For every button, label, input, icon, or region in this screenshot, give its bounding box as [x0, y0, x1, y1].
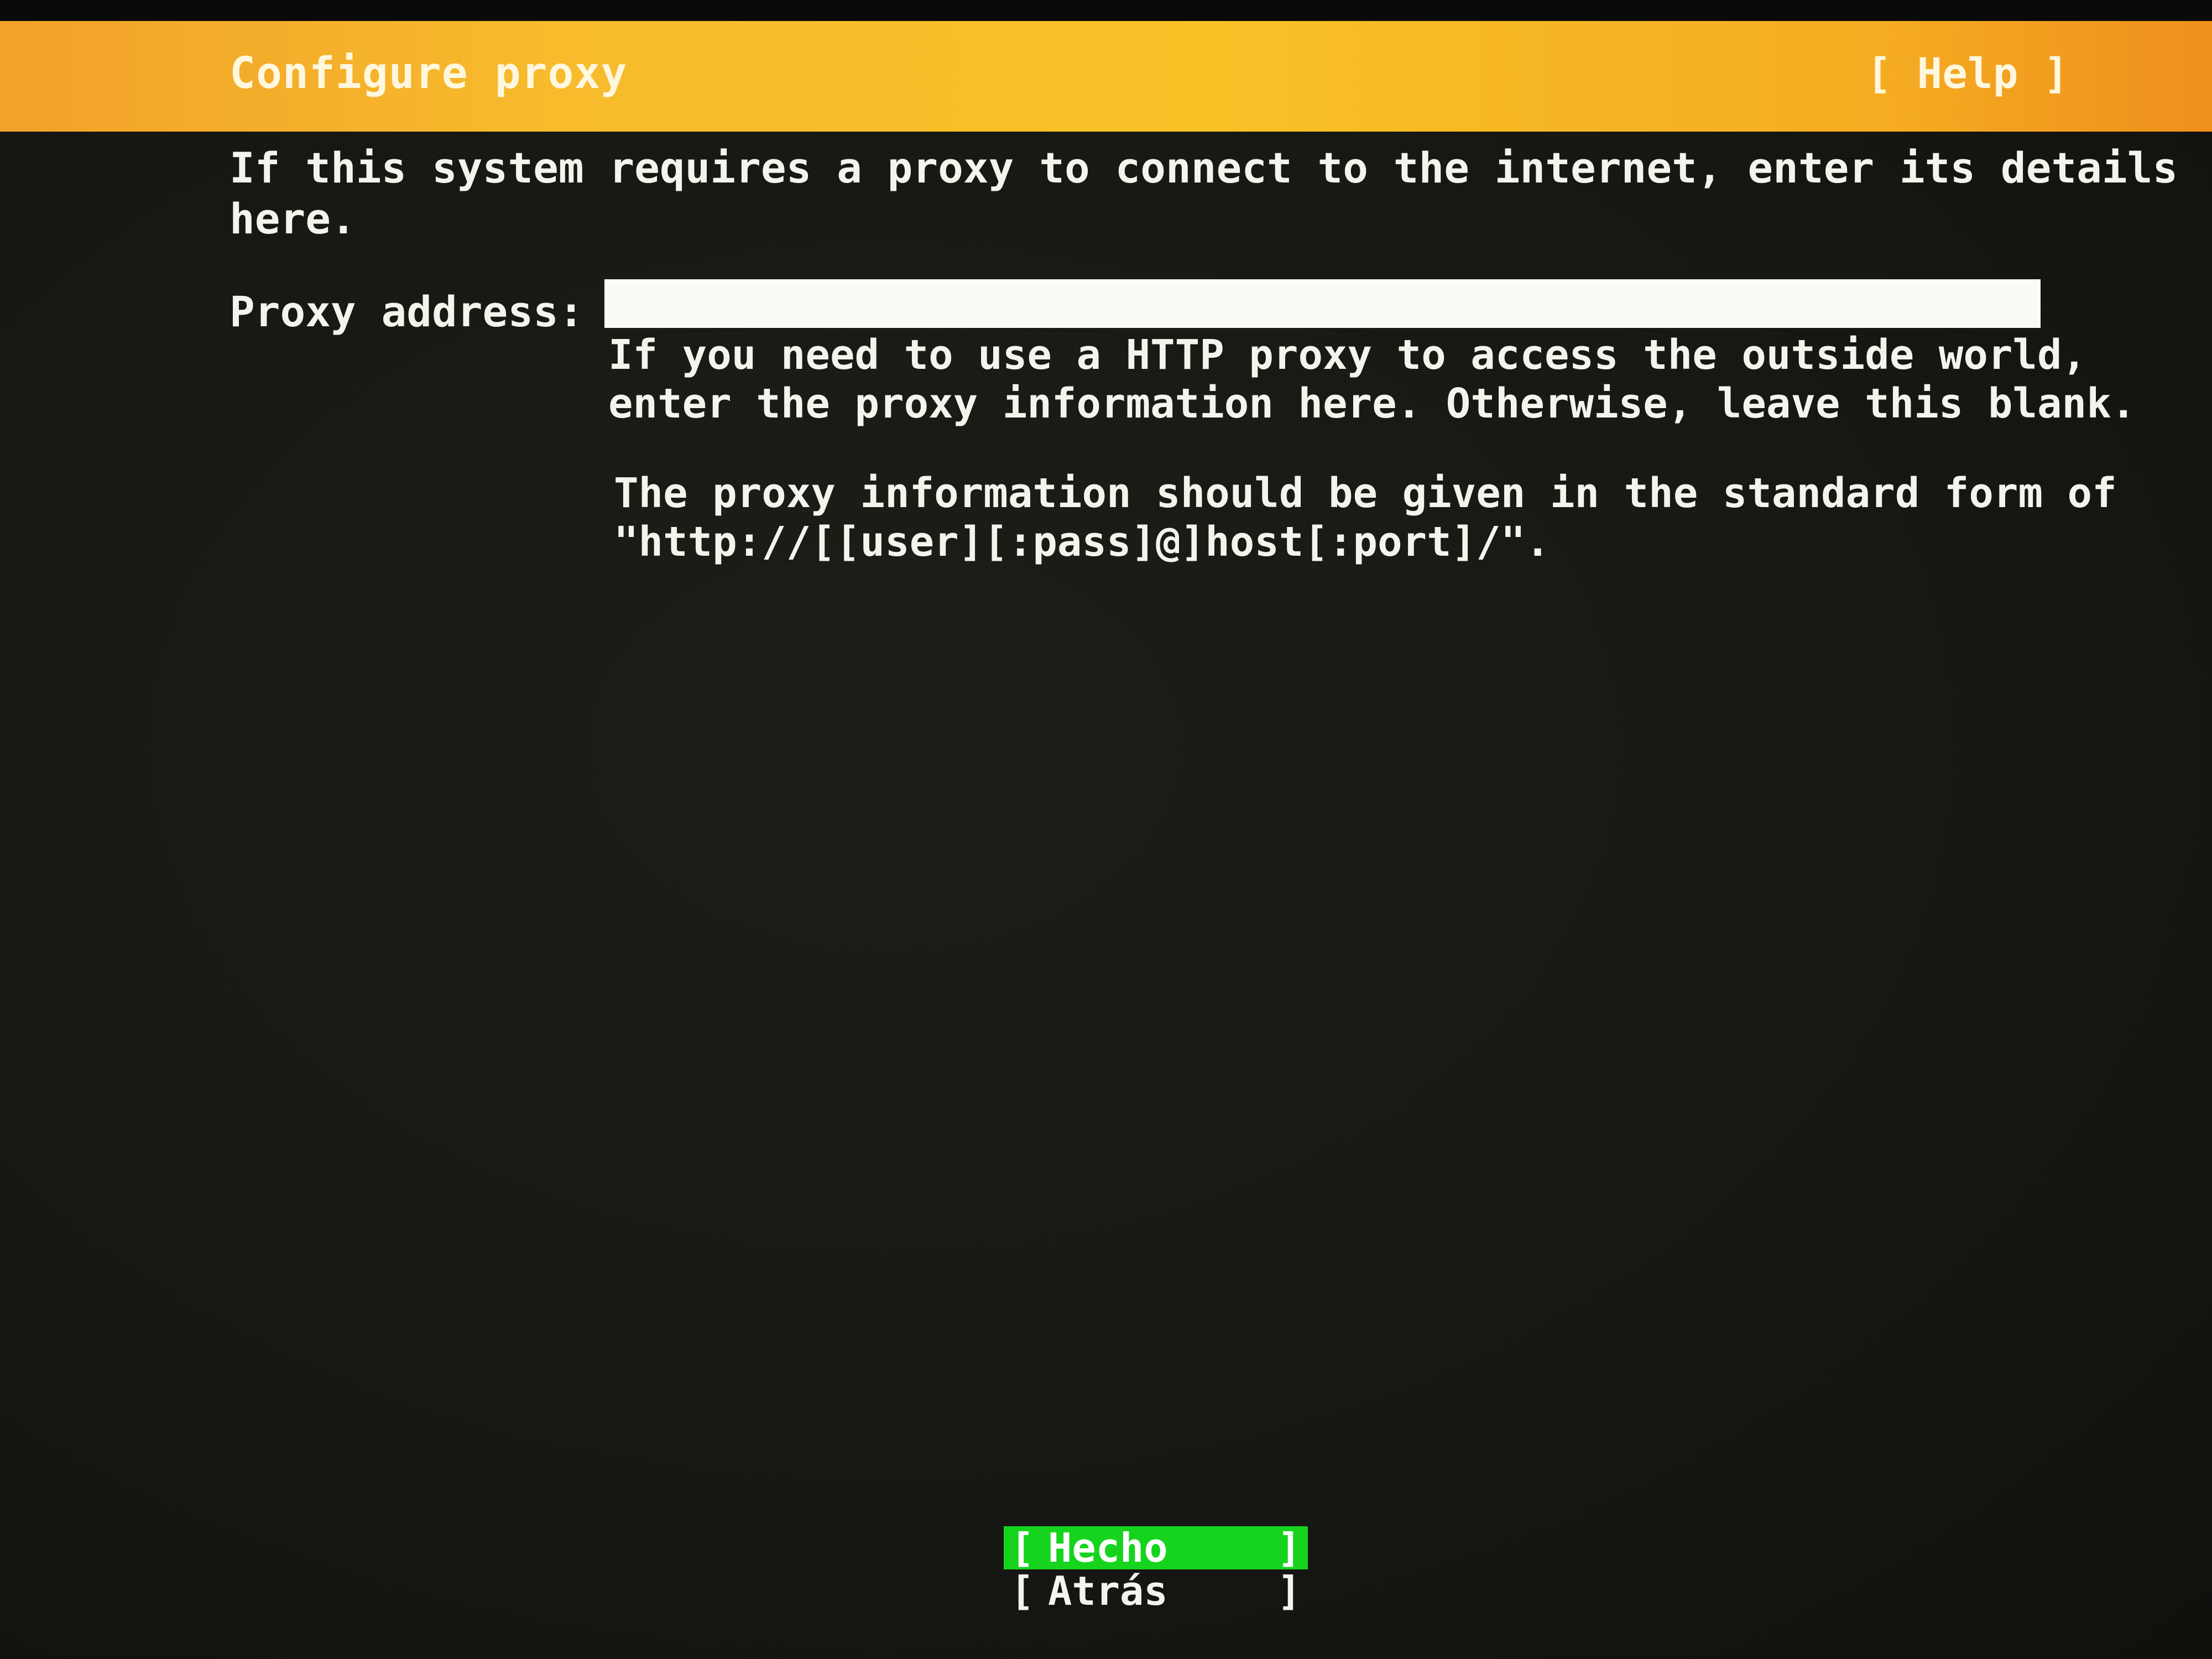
done-button-label: Hecho — [1048, 1525, 1168, 1571]
button-group: [ Hecho ] [ Atrás ] — [1004, 1526, 1308, 1613]
page-title: Configure proxy — [229, 49, 628, 98]
screen-bezel — [0, 0, 2212, 21]
back-button[interactable]: [ Atrás ] — [1004, 1569, 1308, 1613]
header-bar: Configure proxy [ Help ] — [0, 21, 2212, 132]
intro-text: If this system requires a proxy to conne… — [229, 143, 2178, 243]
installer-screen: Configure proxy [ Help ] If this system … — [0, 0, 2212, 1659]
back-button-label: Atrás — [1048, 1568, 1168, 1614]
bracket-open: [ — [1010, 1525, 1035, 1571]
proxy-address-input[interactable] — [604, 279, 2041, 328]
bracket-close: ] — [1277, 1568, 1301, 1614]
bracket-open: [ — [1010, 1568, 1035, 1614]
help-button[interactable]: [ Help ] — [1866, 49, 2069, 98]
proxy-format-text: The proxy information should be given in… — [614, 469, 2117, 566]
proxy-help-text: If you need to use a HTTP proxy to acces… — [608, 331, 2136, 427]
proxy-address-label: Proxy address: — [229, 287, 584, 336]
done-button[interactable]: [ Hecho ] — [1004, 1526, 1308, 1569]
bracket-close: ] — [1277, 1525, 1301, 1571]
